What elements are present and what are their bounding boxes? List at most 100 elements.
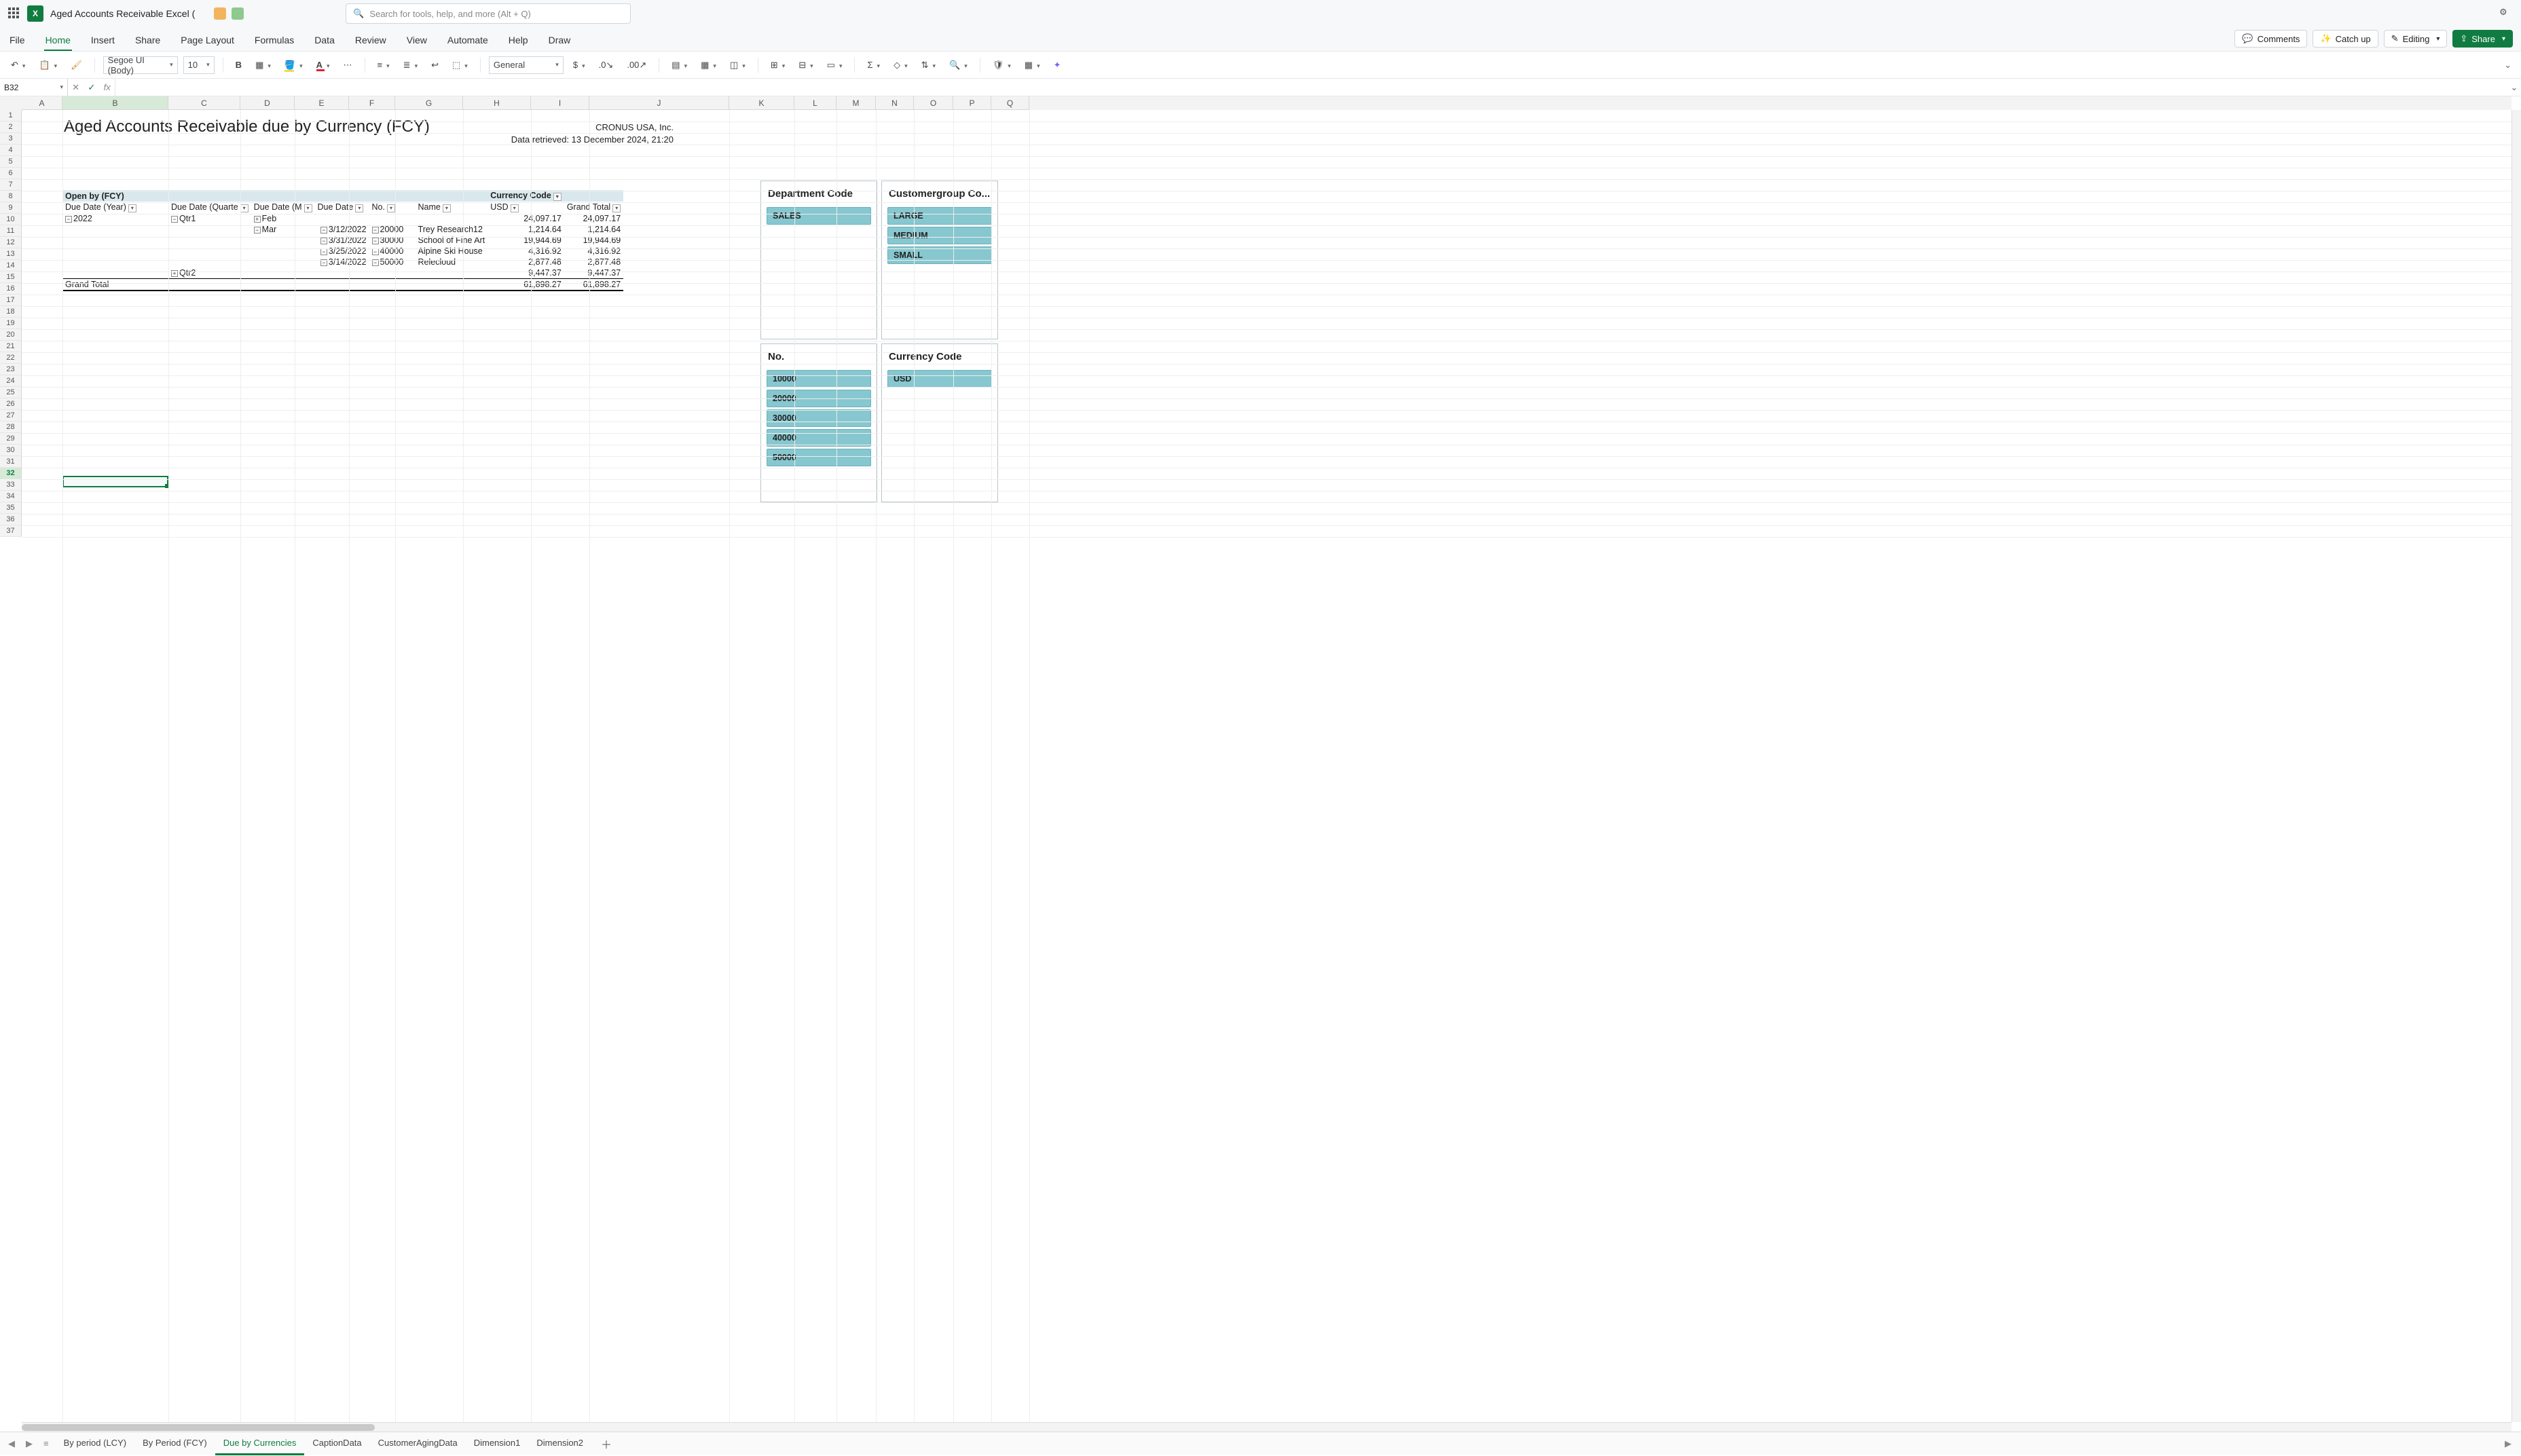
slicer-item[interactable]: MEDIUM (887, 227, 992, 244)
col-header-C[interactable]: C (168, 96, 240, 110)
app-launcher-icon[interactable] (8, 7, 20, 20)
slicer-item[interactable]: LARGE (887, 207, 992, 225)
col-header-J[interactable]: J (589, 96, 729, 110)
row-header-19[interactable]: 19 (0, 318, 22, 329)
pivot-header[interactable]: USD▾ (487, 202, 564, 213)
ribbon-tab-data[interactable]: Data (313, 31, 336, 51)
sync-icon[interactable] (232, 7, 244, 20)
sheet-nav-prev[interactable]: ◀ (4, 1436, 19, 1452)
sheet-tab[interactable]: Dimension2 (528, 1432, 591, 1455)
row-header-2[interactable]: 2 (0, 122, 22, 133)
row-header-26[interactable]: 26 (0, 398, 22, 410)
cancel-formula-icon[interactable]: ✕ (72, 82, 79, 93)
pivot-header[interactable]: Due Date (Year)▾ (62, 202, 168, 213)
row-header-18[interactable]: 18 (0, 306, 22, 318)
horizontal-scrollbar[interactable] (22, 1422, 2511, 1432)
name-box[interactable]: B32▾ (0, 79, 68, 96)
col-header-F[interactable]: F (349, 96, 395, 110)
row-header-30[interactable]: 30 (0, 445, 22, 456)
row-header-13[interactable]: 13 (0, 248, 22, 260)
conditional-formatting-button[interactable]: ▤ (667, 58, 691, 73)
row-header-16[interactable]: 16 (0, 283, 22, 295)
font-size-selector[interactable]: 10▾ (183, 56, 215, 74)
comments-button[interactable]: 💬Comments (2234, 30, 2307, 48)
row-header-5[interactable]: 5 (0, 156, 22, 168)
format-table-button[interactable]: ▦ (697, 58, 720, 73)
row-header-27[interactable]: 27 (0, 410, 22, 422)
slicer-item[interactable]: 50000 (767, 449, 871, 466)
autosum-button[interactable]: Σ (863, 58, 884, 72)
col-header-N[interactable]: N (876, 96, 914, 110)
expand-icon[interactable]: − (320, 238, 327, 244)
sheet-tab[interactable]: CustomerAgingData (370, 1432, 466, 1455)
pivot-row[interactable]: −3/25/2022−40000Alpine Ski House4,316.92… (62, 246, 623, 257)
add-sheet-button[interactable]: ＋ (594, 1432, 619, 1456)
row-header-20[interactable]: 20 (0, 329, 22, 341)
sheet-tab[interactable]: Due by Currencies (215, 1432, 305, 1455)
col-header-G[interactable]: G (395, 96, 463, 110)
filter-dropdown-icon[interactable]: ▾ (240, 204, 249, 212)
editing-mode-button[interactable]: ✎Editing (2384, 30, 2448, 48)
expand-icon[interactable]: + (254, 216, 261, 223)
col-header-E[interactable]: E (295, 96, 349, 110)
col-header-H[interactable]: H (463, 96, 531, 110)
row-header-3[interactable]: 3 (0, 133, 22, 145)
sensitivity-button[interactable]: 🛡 (989, 58, 1015, 73)
delete-cells-button[interactable]: ⊟ (794, 58, 817, 73)
ribbon-tab-file[interactable]: File (8, 31, 26, 51)
ribbon-tab-draw[interactable]: Draw (547, 31, 572, 51)
share-button[interactable]: ⇪Share (2452, 30, 2513, 48)
col-header-D[interactable]: D (240, 96, 295, 110)
row-header-9[interactable]: 9 (0, 202, 22, 214)
expand-icon[interactable]: − (320, 248, 327, 255)
row-header-23[interactable]: 23 (0, 364, 22, 375)
ribbon-tab-home[interactable]: Home (44, 31, 72, 51)
all-sheets-button[interactable]: ≡ (39, 1436, 53, 1451)
sort-filter-button[interactable]: ⇅ (917, 58, 940, 73)
ribbon-tab-share[interactable]: Share (134, 31, 162, 51)
col-header-B[interactable]: B (62, 96, 168, 110)
merge-button[interactable]: ⬚ (448, 58, 472, 73)
slicer-currency[interactable]: Currency Code USD (881, 343, 998, 502)
sheet-tab[interactable]: CaptionData (304, 1432, 369, 1455)
bold-button[interactable]: B (232, 58, 246, 72)
decrease-decimal-button[interactable]: .0↘ (595, 58, 618, 73)
more-font-button[interactable]: ⋯ (339, 58, 356, 73)
row-header-6[interactable]: 6 (0, 168, 22, 179)
expand-icon[interactable]: − (65, 216, 72, 223)
col-header-L[interactable]: L (794, 96, 836, 110)
expand-icon[interactable]: − (372, 238, 379, 244)
sheet-tab[interactable]: By Period (FCY) (134, 1432, 215, 1455)
col-header-M[interactable]: M (836, 96, 876, 110)
ribbon-tab-formulas[interactable]: Formulas (253, 31, 295, 51)
catch-up-button[interactable]: ✨Catch up (2313, 30, 2378, 48)
col-header-P[interactable]: P (953, 96, 991, 110)
expand-icon[interactable]: − (171, 216, 178, 223)
ribbon-tab-help[interactable]: Help (507, 31, 530, 51)
ribbon-tab-view[interactable]: View (405, 31, 428, 51)
row-header-28[interactable]: 28 (0, 422, 22, 433)
row-header-14[interactable]: 14 (0, 260, 22, 272)
row-header-33[interactable]: 33 (0, 479, 22, 491)
vertical-scrollbar[interactable] (2511, 110, 2521, 1422)
row-header-32[interactable]: 32 (0, 468, 22, 479)
selected-cell[interactable] (62, 476, 168, 487)
font-selector[interactable]: Segoe UI (Body)▾ (103, 56, 178, 74)
sheet-tab[interactable]: By period (LCY) (56, 1432, 134, 1455)
pivot-row[interactable]: +Qtr29,447.379,447.37 (62, 267, 623, 279)
row-header-37[interactable]: 37 (0, 525, 22, 537)
slicer-no[interactable]: No. 1000020000300004000050000 (760, 343, 877, 502)
sheet-scroll-right[interactable]: ▶ (2499, 1436, 2517, 1452)
format-cells-button[interactable]: ▭ (823, 58, 847, 73)
search-input[interactable]: 🔍 Search for tools, help, and more (Alt … (346, 3, 631, 24)
row-header-25[interactable]: 25 (0, 387, 22, 398)
pivot-header[interactable]: Due Date▾ (315, 202, 369, 213)
col-header-K[interactable]: K (729, 96, 794, 110)
expand-icon[interactable]: − (320, 227, 327, 234)
format-painter-button[interactable]: 🖌 (67, 58, 86, 73)
expand-icon[interactable]: − (372, 227, 379, 234)
align-vertical-button[interactable]: ≣ (399, 58, 422, 73)
row-header-12[interactable]: 12 (0, 237, 22, 248)
filter-dropdown-icon[interactable]: ▾ (443, 204, 451, 212)
cell-styles-button[interactable]: ◫ (726, 58, 750, 73)
